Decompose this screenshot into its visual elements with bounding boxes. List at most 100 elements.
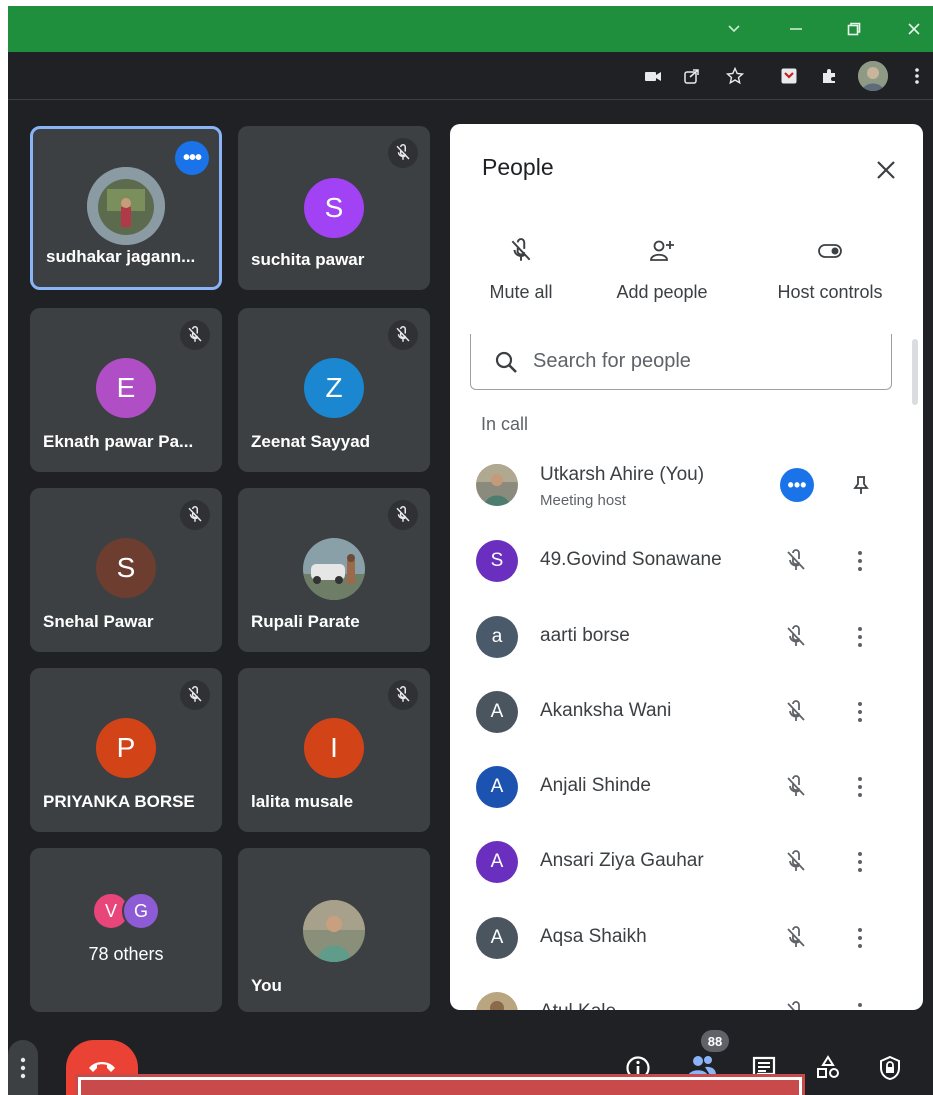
participant-photo: [303, 900, 365, 962]
star-icon[interactable]: [722, 64, 748, 88]
person-avatar: A: [476, 766, 518, 808]
toggle-icon: [755, 234, 905, 268]
participant-tile[interactable]: S Snehal Pawar: [30, 488, 222, 652]
browser-toolbar: [8, 52, 933, 100]
participant-avatar: G: [122, 892, 160, 930]
add-people-label: Add people: [616, 282, 708, 302]
mic-off-icon[interactable]: [781, 998, 811, 1010]
more-options-icon[interactable]: •••: [175, 141, 209, 175]
share-icon[interactable]: [679, 64, 705, 88]
participant-avatar: I: [304, 718, 364, 778]
others-avatars: V G: [92, 892, 172, 932]
more-options-icon: [20, 1057, 26, 1078]
kebab-menu-icon[interactable]: [848, 544, 872, 578]
person-avatar: A: [476, 691, 518, 733]
host-controls-button[interactable]: Host controls: [755, 234, 905, 303]
activities-icon[interactable]: [810, 1050, 846, 1086]
camera-icon[interactable]: [640, 64, 666, 88]
window-titlebar: [8, 6, 933, 52]
list-item[interactable]: a aarti borse: [450, 606, 923, 666]
list-item[interactable]: A Ansari Ziya Gauhar: [450, 831, 923, 891]
participant-tile[interactable]: P PRIYANKA BORSE: [30, 668, 222, 832]
profile-avatar[interactable]: [858, 61, 888, 91]
participant-name: Rupali Parate: [251, 612, 360, 631]
mic-off-icon: [388, 500, 418, 530]
mute-all-button[interactable]: Mute all: [450, 234, 596, 303]
puzzle-icon[interactable]: [816, 64, 842, 88]
close-icon[interactable]: [868, 152, 904, 188]
mic-off-icon[interactable]: [781, 622, 811, 652]
panel-scrollbar[interactable]: [912, 339, 918, 405]
mic-off-icon: [450, 234, 596, 268]
participant-avatar: Z: [304, 358, 364, 418]
search-field[interactable]: [470, 334, 892, 390]
participant-name: sudhakar jagann...: [46, 247, 196, 266]
search-input[interactable]: [533, 350, 853, 373]
host-controls-label: Host controls: [777, 282, 883, 302]
chevron-down-icon[interactable]: [714, 12, 754, 46]
list-item[interactable]: Atul Kale: [450, 982, 923, 1010]
minimize-icon[interactable]: [776, 12, 816, 46]
kebab-menu-icon[interactable]: [848, 770, 872, 804]
mic-off-icon[interactable]: [781, 923, 811, 953]
participant-tile[interactable]: Rupali Parate: [238, 488, 430, 652]
mic-off-icon[interactable]: [781, 847, 811, 877]
mic-off-icon[interactable]: [781, 697, 811, 727]
list-item[interactable]: A Akanksha Wani: [450, 681, 923, 741]
mic-off-icon: [180, 320, 210, 350]
pin-icon[interactable]: [846, 470, 876, 500]
kebab-menu-icon[interactable]: [848, 620, 872, 654]
person-name: Anjali Shinde: [540, 775, 651, 796]
person-name: aarti borse: [540, 625, 630, 646]
person-avatar: A: [476, 917, 518, 959]
participant-name: Eknath pawar Pa...: [43, 432, 194, 451]
participant-tile[interactable]: S suchita pawar: [238, 126, 430, 290]
participant-count-badge: 88: [701, 1030, 729, 1052]
participant-tile[interactable]: I lalita musale: [238, 668, 430, 832]
more-options-icon[interactable]: •••: [780, 468, 814, 502]
mic-off-icon[interactable]: [781, 772, 811, 802]
restore-icon[interactable]: [834, 12, 874, 46]
person-name: Utkarsh Ahire (You): [540, 464, 705, 485]
end-call-icon: [89, 1062, 115, 1072]
people-panel: People Mute all Add people Host controls…: [450, 124, 923, 1010]
participant-tile[interactable]: ••• sudhakar jagann...: [30, 126, 222, 290]
kebab-menu-icon[interactable]: [848, 845, 872, 879]
person-name: Akanksha Wani: [540, 700, 672, 721]
others-tile[interactable]: V G 78 others: [30, 848, 222, 1012]
search-icon: [495, 351, 517, 373]
host-lock-icon[interactable]: [872, 1050, 908, 1086]
more-options-button[interactable]: [8, 1040, 38, 1095]
participant-photo: [87, 167, 165, 245]
mic-off-icon[interactable]: [781, 546, 811, 576]
participant-name: suchita pawar: [251, 250, 365, 269]
mic-off-icon: [180, 500, 210, 530]
participant-tile[interactable]: E Eknath pawar Pa...: [30, 308, 222, 472]
participant-avatar: P: [96, 718, 156, 778]
kebab-menu-icon[interactable]: [848, 695, 872, 729]
menu-kebab-icon[interactable]: [904, 64, 930, 88]
person-photo: [476, 992, 518, 1010]
list-item[interactable]: A Aqsa Shaikh: [450, 907, 923, 967]
participant-avatar: E: [96, 358, 156, 418]
add-people-button[interactable]: Add people: [587, 234, 737, 303]
person-avatar: a: [476, 616, 518, 658]
mic-off-icon: [388, 138, 418, 168]
mic-off-icon: [180, 680, 210, 710]
kebab-menu-icon[interactable]: [848, 996, 872, 1010]
close-icon[interactable]: [894, 12, 933, 46]
participant-name: PRIYANKA BORSE: [43, 792, 195, 811]
participant-tile[interactable]: Z Zeenat Sayyad: [238, 308, 430, 472]
list-item[interactable]: S 49.Govind Sonawane: [450, 530, 923, 590]
panel-title: People: [482, 154, 554, 180]
extension-app-icon[interactable]: [776, 64, 802, 88]
self-tile[interactable]: You: [238, 848, 430, 1012]
list-item[interactable]: A Anjali Shinde: [450, 756, 923, 816]
participant-avatar: S: [96, 538, 156, 598]
participant-avatar: S: [304, 178, 364, 238]
caption-overlay: [78, 1077, 802, 1095]
list-item[interactable]: Utkarsh Ahire (You) Meeting host •••: [450, 454, 923, 514]
person-name: 49.Govind Sonawane: [540, 549, 722, 570]
section-heading: In call: [481, 414, 529, 434]
kebab-menu-icon[interactable]: [848, 921, 872, 955]
